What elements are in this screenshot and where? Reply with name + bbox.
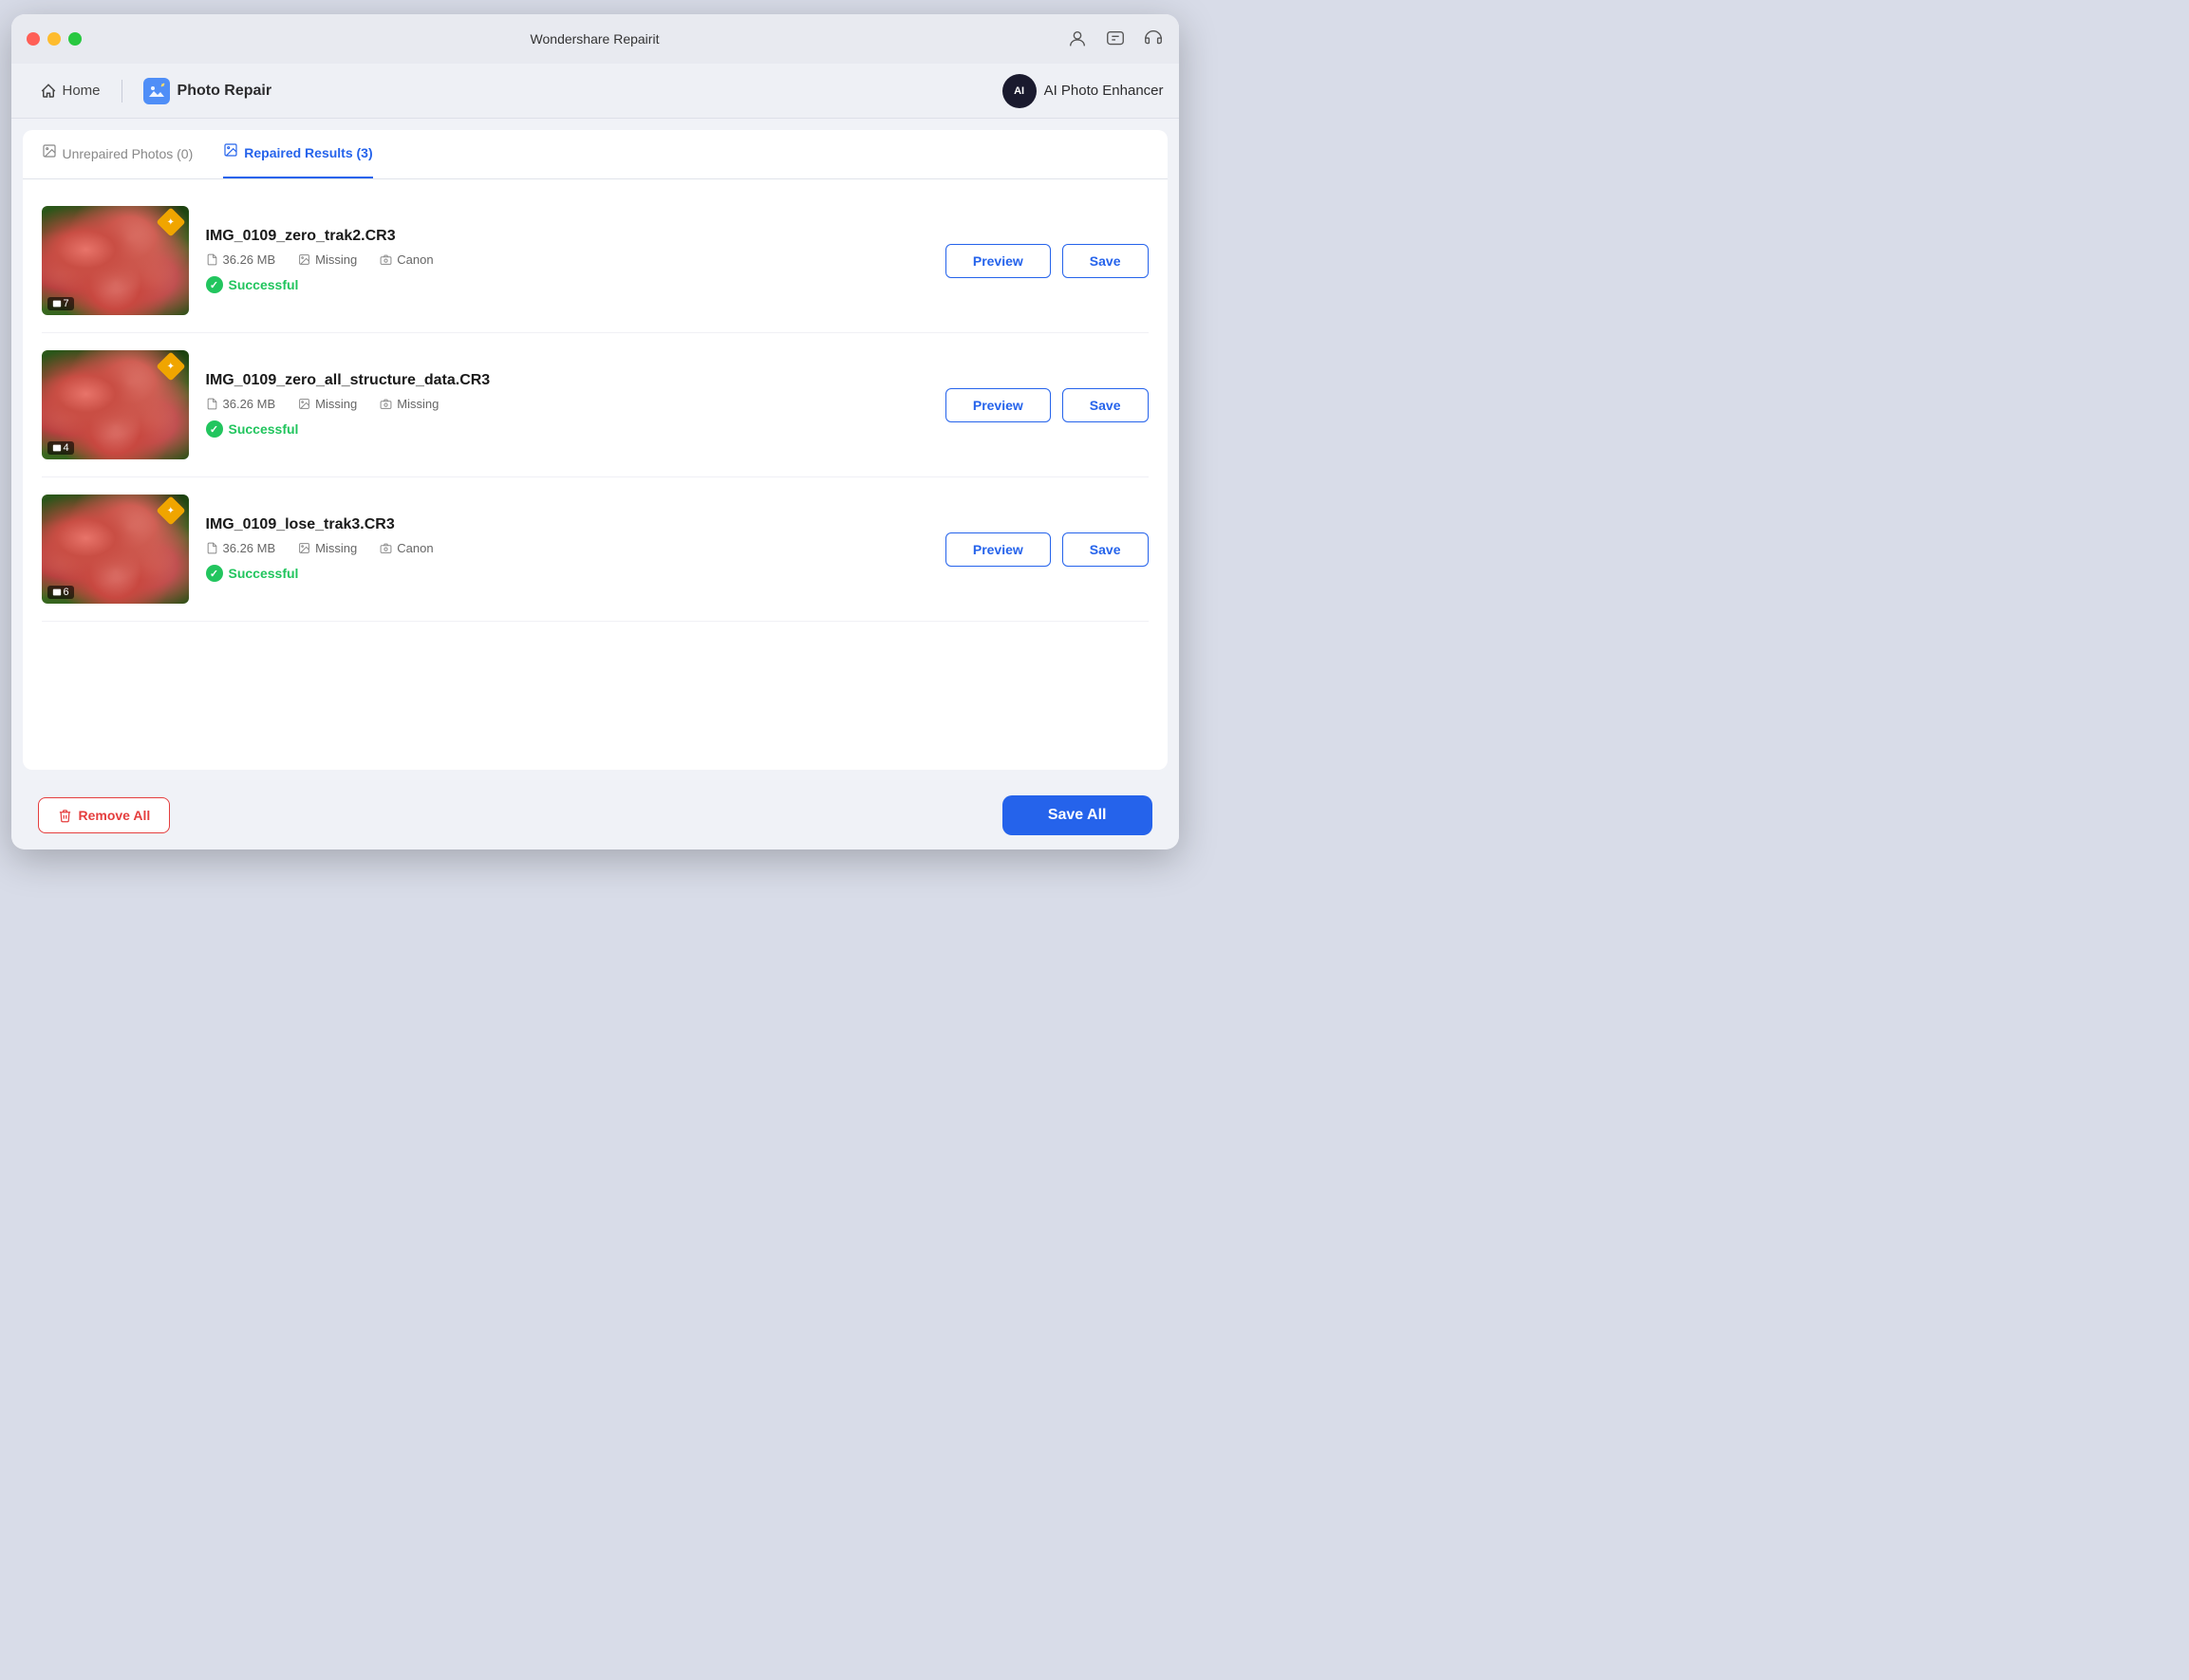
item-issue2-3: Canon [380, 541, 433, 555]
item-info-3: IMG_0109_lose_trak3.CR3 36.26 MB Missing [206, 516, 928, 582]
camera-icon-3 [380, 542, 392, 554]
item-actions-1: Preview Save [945, 244, 1149, 278]
ai-enhancer-label: AI Photo Enhancer [1044, 83, 1164, 99]
preview-button-3[interactable]: Preview [945, 532, 1051, 567]
item-filename-2: IMG_0109_zero_all_structure_data.CR3 [206, 372, 928, 389]
user-icon[interactable] [1067, 28, 1088, 49]
item-issue1-3: Missing [298, 541, 357, 555]
tabs-bar: Unrepaired Photos (0) Repaired Results (… [23, 130, 1168, 179]
save-button-3[interactable]: Save [1062, 532, 1149, 567]
headset-icon[interactable] [1143, 28, 1164, 49]
home-label: Home [63, 83, 101, 99]
save-button-1[interactable]: Save [1062, 244, 1149, 278]
camera-icon [380, 253, 392, 266]
item-status-1: ✓ Successful [206, 276, 928, 293]
table-row: ✦ 4 IMG_0109_zero_all_structure_data.CR3… [42, 333, 1149, 477]
item-meta-2: 36.26 MB Missing Missing [206, 397, 928, 411]
items-list: ✦ 7 IMG_0109_zero_trak2.CR3 36.26 MB [23, 179, 1168, 770]
tab-unrepaired-label: Unrepaired Photos (0) [63, 146, 194, 161]
repair-badge-3: ✦ [160, 500, 183, 523]
item-issue2-1: Canon [380, 252, 433, 267]
tab-repaired-label: Repaired Results (3) [244, 145, 372, 160]
thumbnail-count-1: 7 [47, 297, 74, 310]
ai-badge: AI [1002, 74, 1037, 108]
image-icon [298, 253, 310, 266]
navbar: Home Photo Repair AI AI Photo Enhancer [11, 64, 1179, 119]
repair-badge-1: ✦ [160, 212, 183, 234]
home-button[interactable]: Home [27, 75, 114, 107]
file-icon [206, 253, 218, 266]
item-info-2: IMG_0109_zero_all_structure_data.CR3 36.… [206, 372, 928, 438]
item-size-1: 36.26 MB [206, 252, 276, 267]
item-thumbnail-1: ✦ 7 [42, 206, 189, 315]
tab-unrepaired[interactable]: Unrepaired Photos (0) [42, 130, 194, 178]
item-filename-3: IMG_0109_lose_trak3.CR3 [206, 516, 928, 533]
status-check-icon-2: ✓ [206, 420, 223, 438]
maximize-button[interactable] [68, 32, 82, 46]
chat-icon[interactable] [1105, 28, 1126, 49]
status-check-icon-3: ✓ [206, 565, 223, 582]
repair-badge-2: ✦ [160, 356, 183, 379]
file-icon-2 [206, 398, 218, 410]
image-icon-3 [298, 542, 310, 554]
item-thumbnail-2: ✦ 4 [42, 350, 189, 459]
table-row: ✦ 7 IMG_0109_zero_trak2.CR3 36.26 MB [42, 189, 1149, 333]
app-window: Wondershare Repairit Home [11, 14, 1179, 849]
app-title: Wondershare Repairit [531, 31, 660, 47]
photo-repair-label: Photo Repair [178, 83, 272, 100]
trash-icon [58, 809, 72, 823]
titlebar-icons [1067, 28, 1164, 49]
thumbnail-count-3: 6 [47, 586, 74, 599]
close-button[interactable] [27, 32, 40, 46]
photo-repair-nav: Photo Repair [130, 70, 286, 112]
tab-repaired[interactable]: Repaired Results (3) [223, 130, 372, 178]
item-meta-3: 36.26 MB Missing Canon [206, 541, 928, 555]
home-icon [40, 83, 57, 100]
item-thumbnail-3: ✦ 6 [42, 495, 189, 604]
ai-enhancer-nav[interactable]: AI AI Photo Enhancer [1002, 74, 1164, 108]
remove-all-button[interactable]: Remove All [38, 797, 171, 833]
thumbnail-count-2: 4 [47, 441, 74, 455]
item-actions-2: Preview Save [945, 388, 1149, 422]
unrepaired-icon [42, 143, 57, 163]
repaired-icon [223, 142, 238, 162]
item-actions-3: Preview Save [945, 532, 1149, 567]
table-row: ✦ 6 IMG_0109_lose_trak3.CR3 36.26 MB [42, 477, 1149, 622]
item-status-2: ✓ Successful [206, 420, 928, 438]
camera-icon-2 [380, 398, 392, 410]
remove-all-label: Remove All [79, 808, 151, 823]
preview-button-1[interactable]: Preview [945, 244, 1051, 278]
titlebar: Wondershare Repairit [11, 14, 1179, 64]
item-issue1-1: Missing [298, 252, 357, 267]
item-meta-1: 36.26 MB Missing Canon [206, 252, 928, 267]
item-info-1: IMG_0109_zero_trak2.CR3 36.26 MB Missing [206, 228, 928, 293]
traffic-lights [27, 32, 82, 46]
file-icon-3 [206, 542, 218, 554]
main-content: Unrepaired Photos (0) Repaired Results (… [23, 130, 1168, 770]
image-icon-2 [298, 398, 310, 410]
item-issue1-2: Missing [298, 397, 357, 411]
item-filename-1: IMG_0109_zero_trak2.CR3 [206, 228, 928, 245]
item-size-2: 36.26 MB [206, 397, 276, 411]
minimize-button[interactable] [47, 32, 61, 46]
item-issue2-2: Missing [380, 397, 439, 411]
bottom-bar: Remove All Save All [11, 781, 1179, 849]
save-button-2[interactable]: Save [1062, 388, 1149, 422]
item-status-3: ✓ Successful [206, 565, 928, 582]
preview-button-2[interactable]: Preview [945, 388, 1051, 422]
status-check-icon-1: ✓ [206, 276, 223, 293]
item-size-3: 36.26 MB [206, 541, 276, 555]
save-all-button[interactable]: Save All [1002, 795, 1152, 835]
photo-repair-icon [143, 78, 170, 104]
